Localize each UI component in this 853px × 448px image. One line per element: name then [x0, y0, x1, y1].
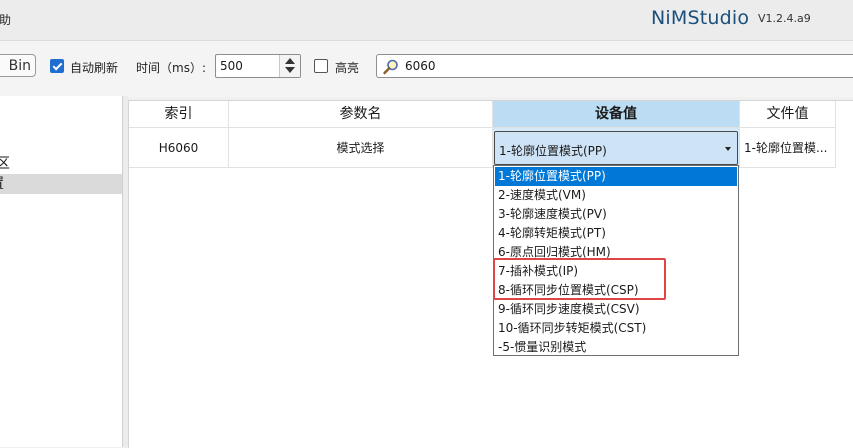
dropdown-option[interactable]: 4-轮廓转矩模式(PT)	[495, 224, 737, 243]
dropdown-option[interactable]: 2-速度模式(VM)	[495, 186, 737, 205]
dropdown-option[interactable]: 10-循环同步转矩模式(CST)	[495, 319, 737, 338]
interval-spinbox[interactable]: 500	[215, 54, 301, 78]
column-header-index[interactable]: 索引	[129, 101, 229, 128]
toolbar: Bin 自动刷新 时间（ms）: 500 高亮 6060	[0, 40, 853, 97]
dropdown-option[interactable]: 3-轮廓速度模式(PV)	[495, 205, 737, 224]
parameter-grid: 索引 参数名 设备值 文件值 H6060 模式选择 1-轮廓位置模... 1-轮…	[128, 100, 853, 448]
annotation-highlight-box	[493, 258, 666, 300]
dropdown-option[interactable]: 1-轮廓位置模式(PP)	[495, 167, 737, 186]
combobox-value: 1-轮廓位置模式(PP)	[499, 144, 607, 158]
app-brand: NiMStudio	[651, 7, 750, 29]
auto-refresh-checkbox[interactable]	[50, 59, 64, 73]
spin-up-icon[interactable]	[285, 58, 295, 64]
interval-value[interactable]: 500	[220, 59, 243, 73]
device-value-combobox[interactable]: 1-轮廓位置模式(PP)	[494, 131, 738, 165]
highlight-checkbox[interactable]	[314, 59, 328, 73]
auto-refresh-label: 自动刷新	[70, 61, 119, 75]
dropdown-option[interactable]: 9-循环同步速度模式(CSV)	[495, 300, 737, 319]
tree-item[interactable]: 区	[0, 154, 122, 174]
column-header-name[interactable]: 参数名	[229, 101, 493, 128]
spin-buttons[interactable]	[279, 55, 300, 77]
app-version: V1.2.4.a9	[758, 12, 811, 25]
interval-label: 时间（ms）:	[136, 61, 206, 75]
bin-button[interactable]: Bin	[0, 54, 36, 77]
cell-index[interactable]: H6060	[129, 128, 229, 168]
search-input[interactable]: 6060	[405, 59, 436, 73]
tree-item-label: 区	[0, 156, 10, 172]
spin-down-icon[interactable]	[285, 67, 295, 73]
column-header-file-value[interactable]: 文件值	[740, 101, 836, 128]
dropdown-option[interactable]: -5-惯量识别模式	[495, 338, 737, 357]
highlight-label: 高亮	[335, 61, 360, 75]
tree-item-selected[interactable]: 置	[0, 174, 122, 194]
chevron-down-icon[interactable]	[725, 147, 731, 151]
search-box[interactable]: 6060	[376, 54, 853, 78]
tree-item-label: 置	[0, 174, 4, 194]
cell-name[interactable]: 模式选择	[229, 128, 493, 168]
parameter-tree: 区 置	[0, 96, 123, 447]
menu-help[interactable]: 助	[0, 11, 11, 28]
cell-file-value[interactable]: 1-轮廓位置模...	[740, 128, 836, 168]
column-header-device-value[interactable]: 设备值	[493, 101, 740, 128]
title-bar: 助 NiMStudio V1.2.4.a9	[0, 0, 853, 40]
search-icon	[383, 59, 398, 75]
